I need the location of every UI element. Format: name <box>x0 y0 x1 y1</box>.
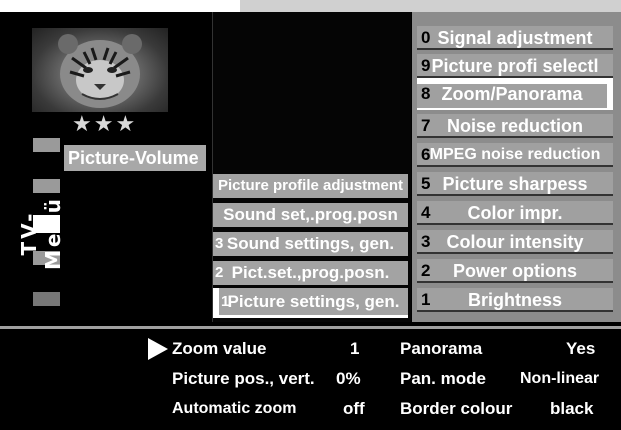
right-menu-item[interactable]: 1 Brightness <box>417 288 613 312</box>
picture-pos-vert-label[interactable]: Picture pos., vert. <box>172 368 315 390</box>
right-menu-item[interactable]: 4 Color impr. <box>417 201 613 225</box>
picture-pos-vert-value[interactable]: 0% <box>336 368 361 390</box>
panorama-value[interactable]: Yes <box>566 338 595 360</box>
panorama-label[interactable]: Panorama <box>400 338 482 360</box>
mid-menu-item-selected[interactable]: 1 Picture settings, gen. <box>213 288 408 318</box>
right-menu-item[interactable]: 5 Picture sharpess <box>417 172 613 196</box>
rating-stars: ★★★ <box>72 112 138 137</box>
right-menu-item[interactable]: 2 Power options <box>417 259 613 283</box>
mid-menu-item[interactable]: 2 Pict.set.,prog.posn. <box>213 261 408 285</box>
mid-menu-item[interactable]: Sound set,.prog.posn <box>213 203 408 227</box>
right-menu-item[interactable]: 9 Picture profi selectl <box>417 54 613 78</box>
selection-arrow-icon <box>148 338 168 360</box>
mid-menu-item[interactable]: 3 Sound settings, gen. <box>213 232 408 256</box>
right-menu-item[interactable]: 7 Noise reduction <box>417 114 613 138</box>
menu-level-box <box>33 138 60 152</box>
right-menu-item[interactable]: 3 Colour intensity <box>417 230 613 254</box>
picture-volume-label[interactable]: Picture-Volume <box>64 145 206 171</box>
automatic-zoom-label[interactable]: Automatic zoom <box>172 398 296 420</box>
right-menu-item[interactable]: 6 MPEG noise reduction <box>417 143 613 167</box>
border-colour-value[interactable]: black <box>550 398 593 420</box>
automatic-zoom-value[interactable]: off <box>343 398 365 420</box>
zoom-value-label[interactable]: Zoom value <box>172 338 266 360</box>
top-strip-grey <box>240 0 621 12</box>
top-strip-white <box>0 0 240 12</box>
zoom-value[interactable]: 1 <box>350 338 359 360</box>
pan-mode-label[interactable]: Pan. mode <box>400 368 486 390</box>
tv-menu-vertical-label: TV-Menü <box>17 196 65 270</box>
border-colour-label[interactable]: Border colour <box>400 398 512 420</box>
mid-menu-item[interactable]: Picture profile adjustment <box>213 174 408 198</box>
menu-level-box <box>33 292 60 306</box>
tiger-picture-thumbnail <box>32 28 168 112</box>
right-menu-item[interactable]: 0 Signal adjustment <box>417 26 613 50</box>
right-menu-item-selected[interactable]: 8 Zoom/Panorama <box>417 78 613 110</box>
pan-mode-value[interactable]: Non-linear <box>520 368 599 390</box>
